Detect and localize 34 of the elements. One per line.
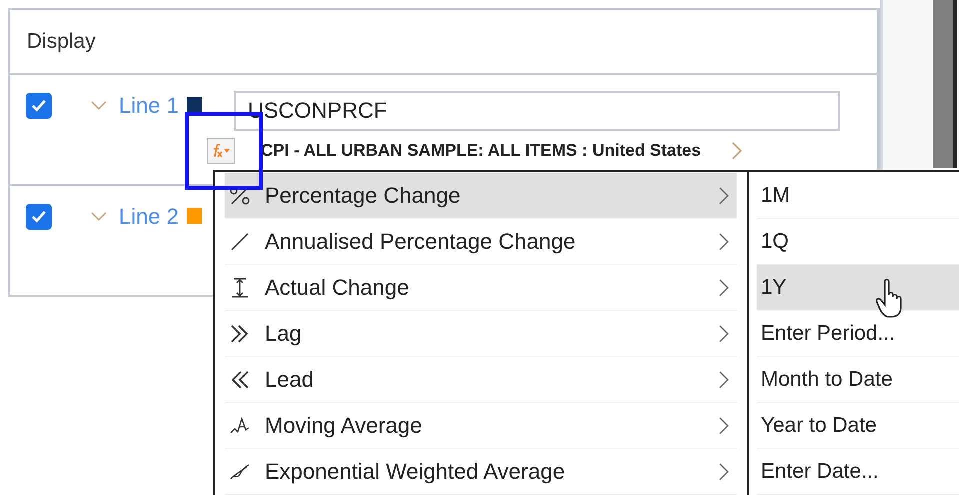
menu-item[interactable]: Month to Date [757, 357, 959, 403]
slash-icon [229, 230, 251, 252]
menu-item[interactable]: Enter Date... [757, 449, 959, 495]
chevron-right-icon [719, 416, 729, 434]
menu-item[interactable]: Exponential Weighted Average [225, 449, 737, 495]
function-button[interactable] [206, 138, 235, 164]
series-code-field[interactable]: USCONPRCF [234, 91, 840, 131]
menu-item[interactable]: Lag [225, 311, 737, 357]
double-chevron-left-icon [229, 368, 251, 390]
checkbox[interactable] [26, 93, 52, 119]
chevron-right-icon [719, 370, 729, 388]
chevron-right-icon [719, 232, 729, 250]
chevron-right-icon[interactable] [731, 141, 744, 161]
chevron-right-icon [719, 186, 729, 204]
menu-item[interactable]: Actual Change [225, 265, 737, 311]
chevron-right-icon [719, 278, 729, 296]
menu-item[interactable]: 1M [757, 173, 959, 219]
scrollbar[interactable] [933, 0, 957, 168]
menu-item[interactable]: Year to Date [757, 403, 959, 449]
chevron-right-icon [719, 462, 729, 480]
double-chevron-right-icon [229, 322, 251, 344]
menu-item[interactable]: Lead [225, 357, 737, 403]
vertical-measure-icon [229, 276, 251, 298]
menu-item[interactable]: 1Y [757, 265, 959, 311]
chevron-down-icon[interactable] [91, 212, 107, 222]
checkbox[interactable] [26, 204, 52, 230]
menu-item[interactable]: Annualised Percentage Change [225, 219, 737, 265]
menu-item[interactable]: Moving Average [225, 403, 737, 449]
check-icon [31, 210, 47, 224]
chevron-right-icon [719, 324, 729, 342]
chevron-down-icon[interactable] [91, 101, 107, 111]
check-icon [31, 99, 47, 113]
menu-item[interactable]: Percentage Change [225, 173, 737, 219]
panel-title: Display [27, 30, 96, 54]
